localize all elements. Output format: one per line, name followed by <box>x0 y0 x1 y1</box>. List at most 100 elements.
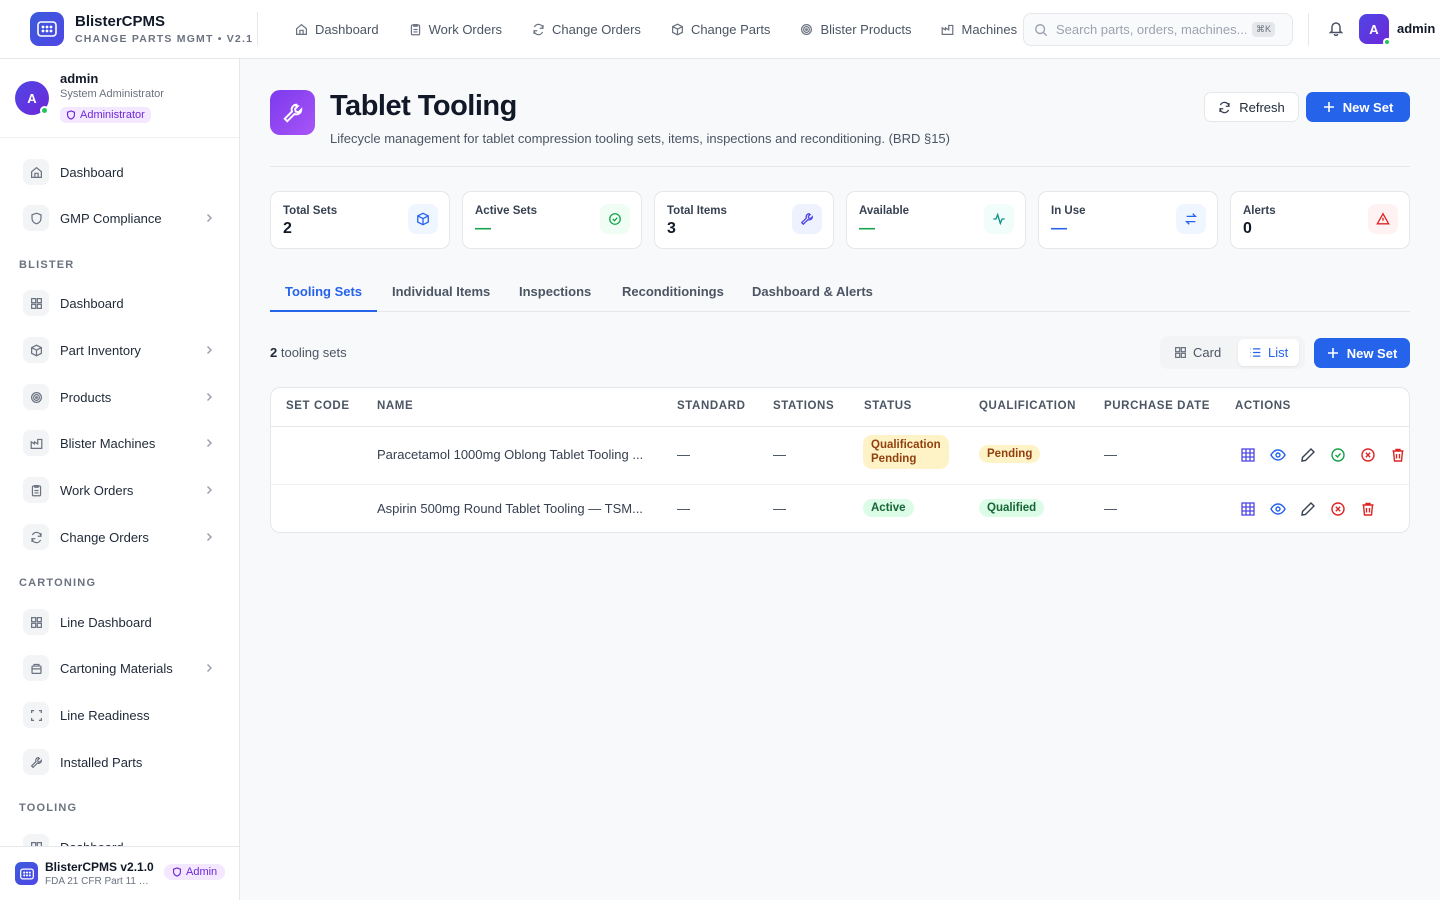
sidebar-item-label: Blister Machines <box>60 435 156 451</box>
topnav-machines[interactable]: Machines <box>926 13 1032 45</box>
activity-icon <box>984 204 1014 234</box>
profile-avatar: A <box>15 81 49 115</box>
cell-name[interactable]: Paracetamol 1000mg Oblong Tablet Tooling… <box>377 447 643 462</box>
brand[interactable]: BlisterCPMS CHANGE PARTS MGMT • V2.1 <box>0 12 258 46</box>
stat-card-in-use: In Use — <box>1038 191 1218 249</box>
stat-card-available: Available — <box>846 191 1026 249</box>
sidebar-item-change-orders[interactable]: Change Orders <box>23 522 219 552</box>
notifications-button[interactable] <box>1328 20 1344 36</box>
tab-dashboard-alerts[interactable]: Dashboard & Alerts <box>737 277 888 312</box>
role-badge-label: Administrator <box>80 109 145 121</box>
footer-version: BlisterCPMS v2.1.0 <box>45 860 154 874</box>
topnav-work-orders[interactable]: Work Orders <box>394 13 517 45</box>
cell-standard: — <box>677 501 690 516</box>
sidebar-item-blister-dashboard[interactable]: Dashboard <box>23 288 219 318</box>
check-circle-icon[interactable] <box>1330 447 1346 463</box>
sidebar-item-label: Products <box>60 389 112 405</box>
x-circle-icon[interactable] <box>1360 447 1376 463</box>
clipboard-icon <box>23 477 49 503</box>
box-icon <box>23 655 49 681</box>
stat-label: Total Items <box>667 205 727 217</box>
tab-reconditionings[interactable]: Reconditionings <box>607 277 739 312</box>
footer-compliance: FDA 21 CFR Part 11 Compliant <box>45 876 155 887</box>
grid-icon <box>23 609 49 635</box>
header-divider <box>270 166 1410 167</box>
new-set-header-button[interactable]: New Set <box>1306 92 1410 122</box>
factory-icon <box>942 24 954 35</box>
edit-icon[interactable] <box>1300 447 1316 463</box>
stat-card-total-sets: Total Sets 2 <box>270 191 450 249</box>
new-set-button[interactable]: New Set <box>1314 338 1410 368</box>
target-icon <box>801 23 813 35</box>
column-header[interactable]: STATIONS <box>773 400 834 412</box>
sidebar-item-part-inventory[interactable]: Part Inventory <box>23 335 219 365</box>
topnav-label: Machines <box>961 21 1018 37</box>
sidebar-item-work-orders[interactable]: Work Orders <box>23 475 219 505</box>
user-name[interactable]: admin <box>1397 21 1435 36</box>
eye-icon[interactable] <box>1270 501 1286 517</box>
sidebar-item-installed-parts[interactable]: Installed Parts <box>23 747 219 777</box>
sidebar-item-label: Dashboard <box>60 164 124 180</box>
stat-value: — <box>475 220 491 237</box>
user-avatar[interactable]: A <box>1359 14 1391 46</box>
topnav-label: Blister Products <box>820 21 912 37</box>
shield-icon <box>173 867 181 877</box>
cube-icon <box>408 204 438 234</box>
search-input[interactable] <box>1056 22 1246 37</box>
grid-view-icon[interactable] <box>1240 501 1256 517</box>
qualification-badge: Qualified <box>979 499 1045 517</box>
chevron-right-icon <box>206 663 213 673</box>
sidebar-item-gmp-compliance[interactable]: GMP Compliance <box>23 203 219 233</box>
chevron-right-icon <box>206 532 213 542</box>
sidebar-item-cartoning-materials[interactable]: Cartoning Materials <box>23 653 219 683</box>
sidebar-section-blister: BLISTER <box>19 259 75 271</box>
sidebar-item-products[interactable]: Products <box>23 382 219 412</box>
tab-inspections[interactable]: Inspections <box>504 277 606 312</box>
sidebar-item-dashboard[interactable]: Dashboard <box>23 157 219 187</box>
target-icon <box>23 384 49 410</box>
sidebar-item-line-readiness[interactable]: Line Readiness <box>23 700 219 730</box>
eye-icon[interactable] <box>1270 447 1286 463</box>
edit-icon[interactable] <box>1300 501 1316 517</box>
profile-name: admin <box>60 71 99 86</box>
row-divider <box>271 484 1409 485</box>
search-shortcut: ⌘K <box>1252 22 1276 37</box>
chevron-right-icon <box>206 345 213 355</box>
tab-tooling-sets[interactable]: Tooling Sets <box>270 277 378 312</box>
topnav-change-parts[interactable]: Change Parts <box>656 13 786 45</box>
topnav-blister-products[interactable]: Blister Products <box>785 13 926 45</box>
column-header[interactable]: STATUS <box>864 400 912 412</box>
x-circle-icon[interactable] <box>1330 501 1346 517</box>
tab-individual-items[interactable]: Individual Items <box>377 277 505 312</box>
search-box[interactable]: ⌘K <box>1023 13 1293 46</box>
refresh-label: Refresh <box>1239 99 1285 115</box>
stat-card-alerts: Alerts 0 <box>1230 191 1410 249</box>
home-icon <box>23 159 49 185</box>
cell-stations: — <box>773 501 786 516</box>
trash-icon[interactable] <box>1360 501 1376 517</box>
grid-view-icon[interactable] <box>1240 447 1256 463</box>
column-header[interactable]: SET CODE <box>286 400 350 412</box>
chevron-right-icon <box>206 213 213 223</box>
cell-name[interactable]: Aspirin 500mg Round Tablet Tooling — TSM… <box>377 501 643 516</box>
stat-label: Alerts <box>1243 205 1276 217</box>
view-list-button[interactable]: List <box>1238 339 1300 366</box>
sidebar-item-line-dashboard[interactable]: Line Dashboard <box>23 607 219 637</box>
column-header[interactable]: NAME <box>377 400 413 412</box>
column-header[interactable]: QUALIFICATION <box>979 400 1076 412</box>
topnav-change-orders[interactable]: Change Orders <box>517 13 656 45</box>
topnav-dashboard[interactable]: Dashboard <box>280 13 394 45</box>
online-indicator <box>1383 38 1391 46</box>
sidebar-item-blister-machines[interactable]: Blister Machines <box>23 428 219 458</box>
status-line-1: Qualification <box>871 439 941 451</box>
topnav-label: Dashboard <box>315 21 379 37</box>
refresh-button[interactable]: Refresh <box>1204 92 1299 122</box>
column-header[interactable]: STANDARD <box>677 400 745 412</box>
page-title: Tablet Tooling <box>330 90 517 122</box>
view-card-button[interactable]: Card <box>1163 339 1232 366</box>
trash-icon[interactable] <box>1390 447 1406 463</box>
tooling-sets-table: SET CODE NAME STANDARD STATIONS STATUS Q… <box>270 387 1410 533</box>
column-header[interactable]: PURCHASE DATE <box>1104 400 1210 412</box>
new-set-label: New Set <box>1342 99 1394 115</box>
page-description: Lifecycle management for tablet compress… <box>330 131 950 146</box>
